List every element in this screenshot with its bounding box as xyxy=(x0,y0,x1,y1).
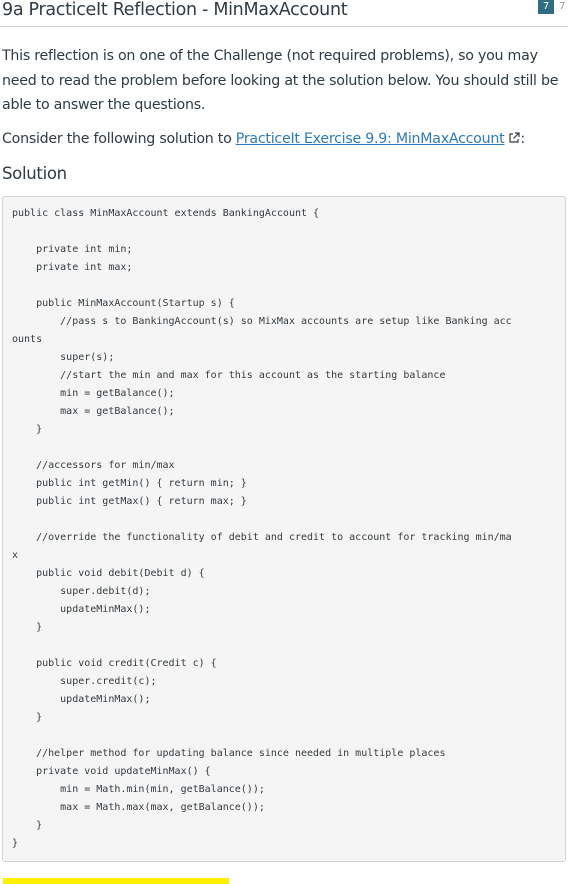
code-line: min = Math.min(min, getBalance()); xyxy=(12,784,265,795)
practiceit-exercise-link-label: PracticeIt Exercise 9.9: MinMaxAccount xyxy=(235,131,505,147)
code-line: } xyxy=(12,622,43,633)
code-line: public int getMax() { return max; } xyxy=(12,496,247,507)
code-line: public int getMin() { return min; } xyxy=(12,478,247,489)
code-line: } xyxy=(12,424,43,435)
code-line: //helper method for updating balance sin… xyxy=(12,748,446,759)
code-line: ounts xyxy=(12,334,43,345)
code-line: } xyxy=(12,820,43,831)
code-listing: public class MinMaxAccount extends Banki… xyxy=(12,205,512,853)
page-badge[interactable]: 7 xyxy=(538,0,554,14)
code-line: public void debit(Debit d) { xyxy=(12,568,205,579)
code-block: public class MinMaxAccount extends Banki… xyxy=(2,196,566,862)
code-line: //pass s to BankingAccount(s) so MixMax … xyxy=(12,316,512,327)
title-divider xyxy=(0,26,568,27)
code-line: public void credit(Credit c) { xyxy=(12,658,217,669)
code-line: private int max; xyxy=(12,262,133,273)
intro-paragraph: This reflection is on one of the Challen… xyxy=(2,48,559,113)
code-line: min = getBalance(); xyxy=(12,388,175,399)
code-line: updateMinMax(); xyxy=(12,604,151,615)
code-line: //override the functionality of debit an… xyxy=(12,532,512,543)
code-line: x xyxy=(12,550,19,561)
code-line: max = getBalance(); xyxy=(12,406,175,417)
code-line: super.credit(c); xyxy=(12,676,157,687)
code-line: //accessors for min/max xyxy=(12,460,175,471)
code-line: public class MinMaxAccount extends Banki… xyxy=(12,208,320,219)
practiceit-exercise-link[interactable]: PracticeIt Exercise 9.9: MinMaxAccount xyxy=(236,131,505,147)
code-line: updateMinMax(); xyxy=(12,694,151,705)
code-line: public MinMaxAccount(Startup s) { xyxy=(12,298,235,309)
code-line: private int min; xyxy=(12,244,133,255)
code-line: super(s); xyxy=(12,352,115,363)
code-line: super.debit(d); xyxy=(12,586,151,597)
consider-paragraph: Consider the following solution to Pract… xyxy=(2,127,566,152)
external-link-icon[interactable] xyxy=(508,128,521,152)
solution-heading: Solution xyxy=(2,164,67,183)
title-bar: 9a PracticeIt Reflection - MinMaxAccount… xyxy=(0,0,568,26)
page-title: 9a PracticeIt Reflection - MinMaxAccount xyxy=(2,0,348,20)
code-line: } xyxy=(12,838,19,849)
page-badge-secondary: 7 xyxy=(559,1,566,12)
code-line: //start the min and max for this account… xyxy=(12,370,446,381)
consider-suffix: : xyxy=(520,131,525,147)
consider-prefix: Consider the following solution to xyxy=(2,131,236,147)
code-line: private void updateMinMax() { xyxy=(12,766,211,777)
code-line: } xyxy=(12,712,43,723)
code-line: max = Math.max(max, getBalance()); xyxy=(12,802,265,813)
highlighted-text-marker xyxy=(3,878,229,884)
